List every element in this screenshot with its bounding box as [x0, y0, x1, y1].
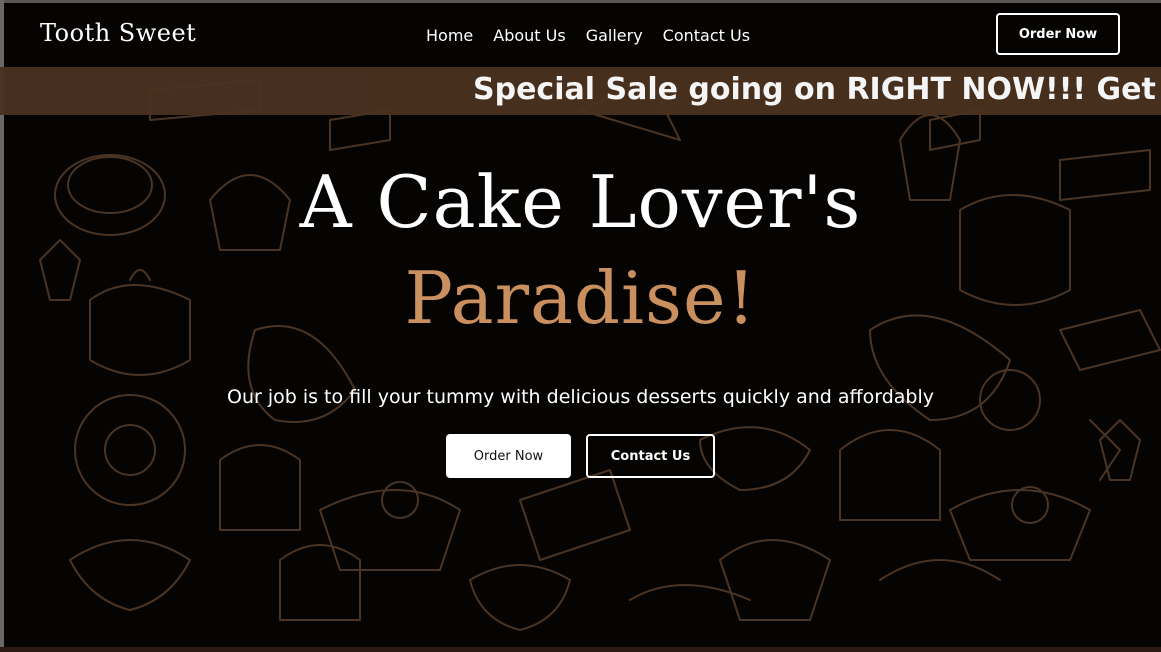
navbar: Tooth Sweet Home About Us Gallery Contac… [0, 3, 1161, 67]
promo-text: Special Sale going on RIGHT NOW!!! Get 3… [473, 72, 1161, 107]
hero-tagline: Our job is to fill your tummy with delic… [226, 386, 935, 408]
nav-order-now-button[interactable]: Order Now [996, 13, 1120, 55]
hero-title-line1: A Cake Lover's [299, 160, 862, 244]
page-bottom-edge [0, 647, 1161, 652]
hero-contact-us-button[interactable]: Contact Us [586, 434, 715, 478]
hero-title-line2: Paradise! [404, 256, 757, 340]
hero-order-now-button[interactable]: Order Now [446, 434, 571, 478]
nav-link-contact-us[interactable]: Contact Us [663, 26, 750, 45]
nav-links: Home About Us Gallery Contact Us [426, 26, 750, 45]
nav-link-home[interactable]: Home [426, 26, 473, 45]
nav-link-about-us[interactable]: About Us [493, 26, 565, 45]
nav-link-gallery[interactable]: Gallery [586, 26, 643, 45]
promo-banner: Special Sale going on RIGHT NOW!!! Get 3… [0, 67, 1161, 115]
site-logo[interactable]: Tooth Sweet [40, 19, 196, 47]
